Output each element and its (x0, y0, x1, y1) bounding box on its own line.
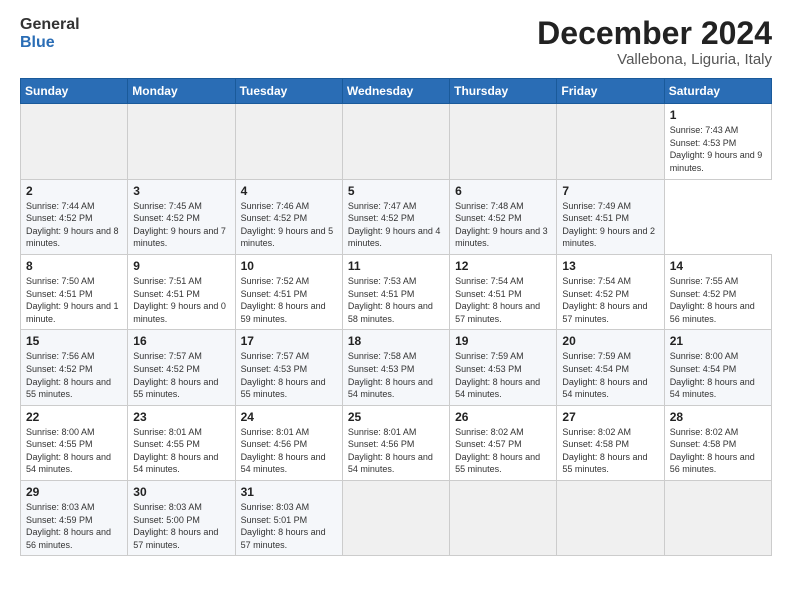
calendar-page: General Blue General Blue December 2024 … (0, 0, 792, 612)
col-header-thursday: Thursday (450, 79, 557, 104)
table-row: 13Sunrise: 7:54 AMSunset: 4:52 PMDayligh… (557, 254, 664, 329)
calendar-week-3: 8Sunrise: 7:50 AMSunset: 4:51 PMDaylight… (21, 254, 772, 329)
col-header-saturday: Saturday (664, 79, 771, 104)
empty-cell (450, 104, 557, 179)
empty-cell (342, 481, 449, 556)
col-header-sunday: Sunday (21, 79, 128, 104)
table-row: 14Sunrise: 7:55 AMSunset: 4:52 PMDayligh… (664, 254, 771, 329)
col-header-wednesday: Wednesday (342, 79, 449, 104)
empty-cell (128, 104, 235, 179)
table-row: 12Sunrise: 7:54 AMSunset: 4:51 PMDayligh… (450, 254, 557, 329)
location: Vallebona, Liguria, Italy (537, 51, 772, 68)
table-row: 25Sunrise: 8:01 AMSunset: 4:56 PMDayligh… (342, 405, 449, 480)
calendar-week-4: 15Sunrise: 7:56 AMSunset: 4:52 PMDayligh… (21, 330, 772, 405)
empty-cell (557, 104, 664, 179)
empty-cell (557, 481, 664, 556)
table-row: 3Sunrise: 7:45 AMSunset: 4:52 PMDaylight… (128, 179, 235, 254)
empty-cell (21, 104, 128, 179)
table-row: 5Sunrise: 7:47 AMSunset: 4:52 PMDaylight… (342, 179, 449, 254)
table-row: 7Sunrise: 7:49 AMSunset: 4:51 PMDaylight… (557, 179, 664, 254)
table-row: 11Sunrise: 7:53 AMSunset: 4:51 PMDayligh… (342, 254, 449, 329)
table-row: 26Sunrise: 8:02 AMSunset: 4:57 PMDayligh… (450, 405, 557, 480)
logo-blue: Blue (20, 34, 80, 52)
table-row: 16Sunrise: 7:57 AMSunset: 4:52 PMDayligh… (128, 330, 235, 405)
table-row: 2Sunrise: 7:44 AMSunset: 4:52 PMDaylight… (21, 179, 128, 254)
col-header-monday: Monday (128, 79, 235, 104)
table-row: 30Sunrise: 8:03 AMSunset: 5:00 PMDayligh… (128, 481, 235, 556)
calendar-week-1: 1Sunrise: 7:43 AMSunset: 4:53 PMDaylight… (21, 104, 772, 179)
calendar-header-row: SundayMondayTuesdayWednesdayThursdayFrid… (21, 79, 772, 104)
empty-cell (342, 104, 449, 179)
calendar-week-5: 22Sunrise: 8:00 AMSunset: 4:55 PMDayligh… (21, 405, 772, 480)
empty-cell (235, 104, 342, 179)
logo: General Blue General Blue (20, 16, 80, 51)
table-row: 6Sunrise: 7:48 AMSunset: 4:52 PMDaylight… (450, 179, 557, 254)
table-row: 8Sunrise: 7:50 AMSunset: 4:51 PMDaylight… (21, 254, 128, 329)
calendar-week-6: 29Sunrise: 8:03 AMSunset: 4:59 PMDayligh… (21, 481, 772, 556)
table-row: 10Sunrise: 7:52 AMSunset: 4:51 PMDayligh… (235, 254, 342, 329)
table-row: 19Sunrise: 7:59 AMSunset: 4:53 PMDayligh… (450, 330, 557, 405)
table-row: 28Sunrise: 8:02 AMSunset: 4:58 PMDayligh… (664, 405, 771, 480)
empty-cell (450, 481, 557, 556)
table-row: 22Sunrise: 8:00 AMSunset: 4:55 PMDayligh… (21, 405, 128, 480)
calendar-week-2: 2Sunrise: 7:44 AMSunset: 4:52 PMDaylight… (21, 179, 772, 254)
col-header-tuesday: Tuesday (235, 79, 342, 104)
table-row: 15Sunrise: 7:56 AMSunset: 4:52 PMDayligh… (21, 330, 128, 405)
table-row: 18Sunrise: 7:58 AMSunset: 4:53 PMDayligh… (342, 330, 449, 405)
table-row: 29Sunrise: 8:03 AMSunset: 4:59 PMDayligh… (21, 481, 128, 556)
col-header-friday: Friday (557, 79, 664, 104)
table-row: 9Sunrise: 7:51 AMSunset: 4:51 PMDaylight… (128, 254, 235, 329)
table-row: 21Sunrise: 8:00 AMSunset: 4:54 PMDayligh… (664, 330, 771, 405)
table-row: 24Sunrise: 8:01 AMSunset: 4:56 PMDayligh… (235, 405, 342, 480)
page-header: General Blue General Blue December 2024 … (20, 16, 772, 68)
table-row: 27Sunrise: 8:02 AMSunset: 4:58 PMDayligh… (557, 405, 664, 480)
table-row: 23Sunrise: 8:01 AMSunset: 4:55 PMDayligh… (128, 405, 235, 480)
month-title: December 2024 (537, 16, 772, 51)
logo-general: General (20, 16, 80, 34)
calendar-table: SundayMondayTuesdayWednesdayThursdayFrid… (20, 78, 772, 556)
table-row: 31Sunrise: 8:03 AMSunset: 5:01 PMDayligh… (235, 481, 342, 556)
table-row: 20Sunrise: 7:59 AMSunset: 4:54 PMDayligh… (557, 330, 664, 405)
table-row: 1Sunrise: 7:43 AMSunset: 4:53 PMDaylight… (664, 104, 771, 179)
title-section: December 2024 Vallebona, Liguria, Italy (537, 16, 772, 68)
table-row: 4Sunrise: 7:46 AMSunset: 4:52 PMDaylight… (235, 179, 342, 254)
table-row: 17Sunrise: 7:57 AMSunset: 4:53 PMDayligh… (235, 330, 342, 405)
empty-cell (664, 481, 771, 556)
